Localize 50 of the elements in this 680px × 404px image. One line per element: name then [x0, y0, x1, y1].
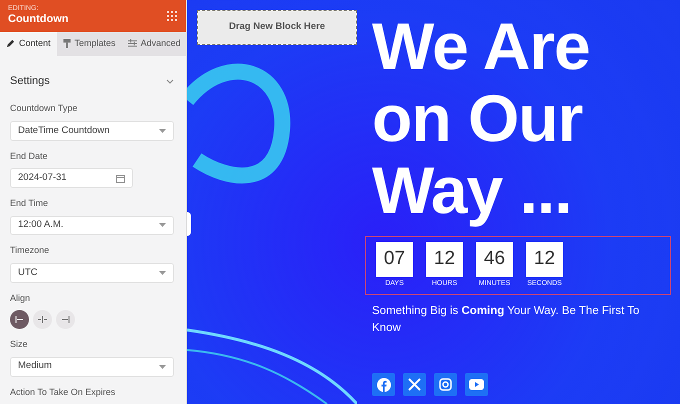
drop-zone[interactable]: Drag New Block Here [197, 10, 357, 45]
align-right-button[interactable] [56, 310, 75, 330]
countdown-number: 46 [476, 242, 513, 277]
facebook-link[interactable] [372, 373, 395, 396]
tab[interactable]: Content [0, 32, 57, 56]
section-title: Settings [10, 74, 50, 89]
field-label: End Date [10, 150, 49, 163]
select-field[interactable]: Medium [10, 356, 174, 376]
field-label: Size [10, 338, 29, 352]
tagline: Something Big is Coming Your Way. Be The First To Know [372, 304, 640, 336]
calendar-icon[interactable] [116, 174, 125, 183]
heading-line: on Our [372, 82, 584, 154]
align-center-button[interactable] [33, 310, 52, 330]
countdown-number: 12 [426, 242, 463, 277]
field-label: Countdown Type [10, 102, 78, 116]
camera-icon [439, 378, 452, 391]
x-link[interactable] [403, 373, 426, 396]
select-field[interactable]: DateTime Countdown [10, 120, 174, 141]
chevron-down-icon[interactable] [166, 78, 174, 84]
caret-icon [159, 128, 166, 133]
date-field[interactable]: 2024-07-31 [10, 168, 133, 188]
heading-line: We Are [372, 10, 591, 82]
caret-icon [159, 223, 166, 228]
youtube-link[interactable] [465, 373, 488, 396]
pencil-icon [6, 39, 15, 48]
select-field[interactable]: 12:00 A.M. [10, 216, 174, 236]
countdown-number: 12 [526, 242, 563, 277]
x-logo-icon [408, 378, 421, 391]
brush-icon [62, 39, 71, 48]
field-label: Timezone [10, 244, 50, 258]
panel-title: Countdown [8, 12, 68, 27]
tab[interactable]: Templates [56, 32, 122, 56]
instagram-link[interactable] [434, 373, 457, 396]
facebook-icon [376, 378, 390, 392]
tab[interactable]: Advanced [122, 32, 186, 56]
countdown-number: 07 [376, 242, 413, 277]
select-field[interactable]: UTC [10, 262, 174, 283]
play-icon [469, 379, 484, 390]
field-label: Align [10, 292, 32, 305]
caret-icon [159, 364, 166, 369]
align-left-icon [15, 316, 24, 324]
grid-menu-icon[interactable] [166, 10, 178, 22]
heading-line: Way ... [372, 154, 573, 226]
align-right-icon [61, 316, 70, 324]
align-left-button[interactable] [10, 310, 29, 330]
field-label: Action To Take On Expires [10, 386, 116, 399]
align-center-icon [38, 316, 47, 324]
field-label: End Time [10, 197, 50, 210]
caret-icon [159, 270, 166, 275]
sliders-icon [128, 39, 137, 48]
